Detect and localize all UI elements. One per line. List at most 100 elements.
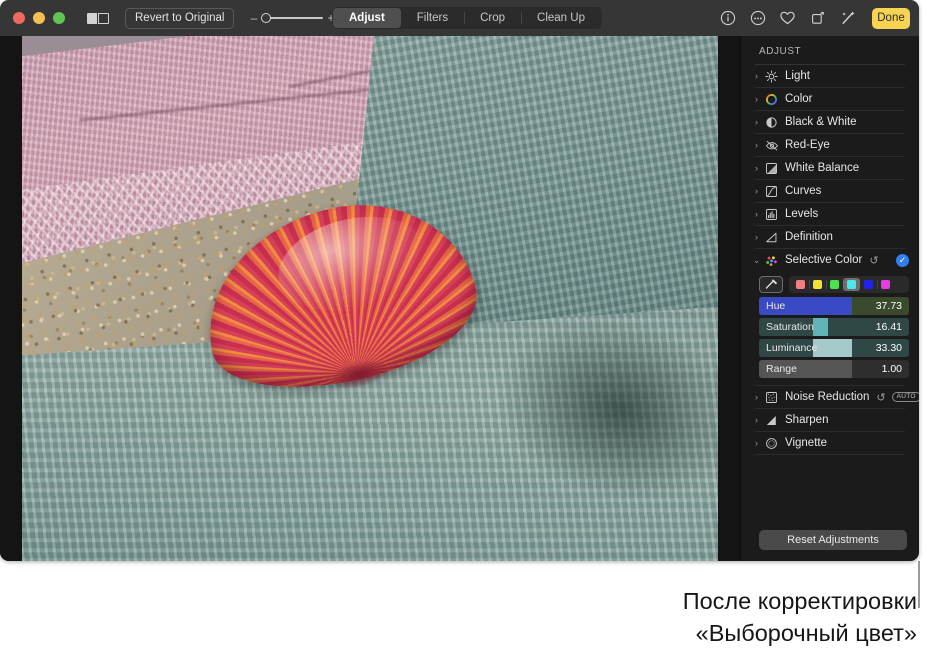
magic-wand-icon[interactable] xyxy=(839,10,856,27)
sidebar-item-levels[interactable]: › Levels xyxy=(741,203,919,225)
slider-luminance[interactable]: Luminance 33.30 xyxy=(759,339,909,357)
close-button[interactable] xyxy=(13,12,25,24)
tab-filters-label: Filters xyxy=(417,12,448,24)
revert-to-original-button[interactable]: Revert to Original xyxy=(125,8,234,29)
revert-label: Revert to Original xyxy=(135,12,224,24)
swatch-red[interactable] xyxy=(792,278,809,291)
sidebar-item-label: Red-Eye xyxy=(785,139,830,151)
slider-range-label: Range xyxy=(766,363,797,375)
photo-canvas xyxy=(0,36,740,561)
zoom-slider-knob[interactable] xyxy=(261,13,271,23)
toolbar-right-icons: Done xyxy=(719,0,910,36)
sidebar-item-label: Vignette xyxy=(785,437,827,449)
selective-color-sliders: Hue 37.73 Saturation 16.41 Luminance 33.… xyxy=(759,297,909,378)
sidebar-item-noise-reduction[interactable]: › Noise Reduction ↺ AUTO xyxy=(741,386,919,408)
eye-slash-icon xyxy=(764,138,779,153)
slider-saturation-value: 16.41 xyxy=(876,321,902,333)
chevron-right-icon[interactable]: › xyxy=(752,186,761,196)
sidebar-item-sharpen[interactable]: › Sharpen xyxy=(741,409,919,431)
chevron-right-icon[interactable]: › xyxy=(752,117,761,127)
split-view-icon[interactable] xyxy=(87,13,109,24)
chevron-right-icon[interactable]: › xyxy=(752,163,761,173)
slider-saturation-fill xyxy=(813,318,828,336)
sidebar-item-label: Levels xyxy=(785,208,818,220)
chevron-right-icon[interactable]: › xyxy=(752,415,761,425)
color-wheel-icon xyxy=(764,92,779,107)
sidebar-item-definition[interactable]: › Definition xyxy=(741,226,919,248)
sidebar-item-selective-color[interactable]: ⌄ Selective Color ↺ ✓ xyxy=(741,249,919,271)
adjust-sidebar: ADJUST › Light › Color › xyxy=(740,36,919,561)
tab-crop[interactable]: Crop xyxy=(464,8,521,28)
split-view-left-pane xyxy=(87,13,97,24)
sidebar-item-white-balance[interactable]: › White Balance xyxy=(741,157,919,179)
caption-line-1: После корректировки xyxy=(683,588,917,614)
done-button[interactable]: Done xyxy=(872,8,910,29)
minimize-button[interactable] xyxy=(33,12,45,24)
favorite-heart-icon[interactable] xyxy=(779,10,796,27)
reset-adjustments-button[interactable]: Reset Adjustments xyxy=(759,530,907,550)
auto-badge[interactable]: AUTO xyxy=(892,392,919,403)
sidebar-item-label: Sharpen xyxy=(785,414,828,426)
slider-luminance-label: Luminance xyxy=(766,342,817,354)
swatch-yellow[interactable] xyxy=(809,278,826,291)
chevron-right-icon[interactable]: › xyxy=(752,232,761,242)
vignette-icon xyxy=(764,436,779,451)
eyedropper-icon[interactable] xyxy=(759,276,783,293)
chevron-right-icon[interactable]: › xyxy=(752,94,761,104)
edited-photo[interactable] xyxy=(22,36,718,561)
rotate-icon[interactable] xyxy=(809,10,826,27)
chevron-down-icon[interactable]: ⌄ xyxy=(752,255,761,266)
slider-hue[interactable]: Hue 37.73 xyxy=(759,297,909,315)
sidebar-item-curves[interactable]: › Curves xyxy=(741,180,919,202)
chevron-right-icon[interactable]: › xyxy=(752,71,761,81)
sidebar-item-label: Curves xyxy=(785,185,821,197)
checkmark-circle-icon[interactable]: ✓ xyxy=(896,254,909,267)
tab-clean-up[interactable]: Clean Up xyxy=(521,8,601,28)
caption: После корректировки «Выборочный цвет» xyxy=(0,585,917,649)
slider-saturation[interactable]: Saturation 16.41 xyxy=(759,318,909,336)
toolbar: Revert to Original – + Adjust Filters Cr… xyxy=(0,0,919,36)
sidebar-item-black-and-white[interactable]: › Black & White xyxy=(741,111,919,133)
sidebar-item-light[interactable]: › Light xyxy=(741,65,919,87)
reset-adjustments-label: Reset Adjustments xyxy=(787,534,879,546)
zoom-button[interactable] xyxy=(53,12,65,24)
slider-luminance-fill xyxy=(813,339,852,357)
swatch-blue[interactable] xyxy=(860,278,877,291)
photos-editor-window: Revert to Original – + Adjust Filters Cr… xyxy=(0,0,919,561)
reset-arrow-icon[interactable]: ↺ xyxy=(876,391,885,404)
sidebar-item-label: Light xyxy=(785,70,810,82)
sun-icon xyxy=(764,69,779,84)
sidebar-title: ADJUST xyxy=(741,36,919,64)
tab-filters[interactable]: Filters xyxy=(401,8,464,28)
zoom-out-icon[interactable]: – xyxy=(248,11,259,25)
more-options-icon[interactable] xyxy=(749,10,766,27)
sidebar-item-red-eye[interactable]: › Red-Eye xyxy=(741,134,919,156)
slider-saturation-label: Saturation xyxy=(766,321,814,333)
split-view-right-pane xyxy=(98,13,109,24)
chevron-right-icon[interactable]: › xyxy=(752,438,761,448)
swatch-magenta[interactable] xyxy=(877,278,894,291)
contrast-circle-icon xyxy=(764,115,779,130)
white-balance-icon xyxy=(764,161,779,176)
selective-color-dots-icon xyxy=(764,253,779,268)
sharpen-icon xyxy=(764,413,779,428)
tab-adjust[interactable]: Adjust xyxy=(333,8,401,28)
sidebar-item-vignette[interactable]: › Vignette xyxy=(741,432,919,454)
swatch-cyan[interactable] xyxy=(843,278,860,291)
chevron-right-icon[interactable]: › xyxy=(752,392,761,402)
zoom-slider[interactable]: – + xyxy=(248,11,336,25)
slider-range[interactable]: Range 1.00 xyxy=(759,360,909,378)
traffic-lights xyxy=(13,12,65,24)
info-icon[interactable] xyxy=(719,10,736,27)
swatch-yellow-dot xyxy=(813,280,822,289)
sidebar-item-label: White Balance xyxy=(785,162,859,174)
definition-icon xyxy=(764,230,779,245)
sidebar-item-color[interactable]: › Color xyxy=(741,88,919,110)
chevron-right-icon[interactable]: › xyxy=(752,209,761,219)
swatch-green[interactable] xyxy=(826,278,843,291)
reset-arrow-icon[interactable]: ↺ xyxy=(869,254,878,267)
tab-crop-label: Crop xyxy=(480,12,505,24)
sidebar-item-label: Black & White xyxy=(785,116,857,128)
zoom-slider-track[interactable] xyxy=(261,13,323,24)
chevron-right-icon[interactable]: › xyxy=(752,140,761,150)
